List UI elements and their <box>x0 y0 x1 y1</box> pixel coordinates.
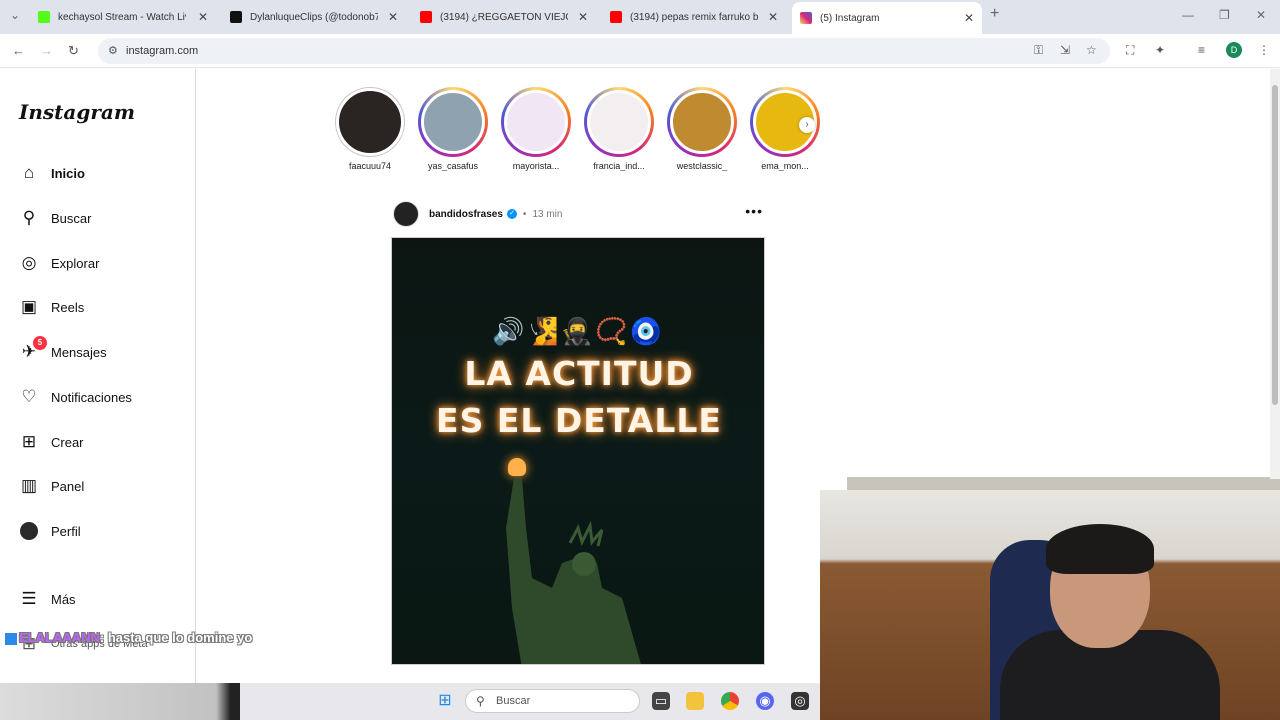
profile-avatar[interactable]: D <box>1226 42 1242 58</box>
streamer-hair <box>1046 524 1154 574</box>
sidebar-item-reels[interactable]: ▣ Reels <box>19 295 84 319</box>
media-control-icon[interactable]: ≡ <box>1198 43 1205 57</box>
chart-icon: ▥ <box>20 476 38 495</box>
webcam-overlay <box>820 490 1280 720</box>
sidebar-item-mas[interactable]: ☰ Más <box>19 587 75 611</box>
sidebar-item-notificaciones[interactable]: ♡ Notificaciones <box>19 385 132 409</box>
story-avatar <box>587 90 651 154</box>
post-emojis: 🔊🧏🥷📿🧿 <box>492 316 664 346</box>
post-username[interactable]: bandidosfrases <box>429 209 503 220</box>
kick-icon <box>38 11 50 23</box>
close-tab-icon[interactable]: ✕ <box>578 10 588 24</box>
close-tab-icon[interactable]: ✕ <box>964 11 974 25</box>
more-options-icon[interactable]: ••• <box>745 203 763 219</box>
story-item[interactable]: faacuuu74 <box>335 87 405 171</box>
plus-icon: ⊞ <box>21 432 37 451</box>
post-headline-line1: LA ACTITUD <box>464 354 694 393</box>
windows-start-icon[interactable]: ⊞ <box>436 692 454 710</box>
taskbar-search[interactable]: ⚲ Buscar <box>465 689 640 713</box>
tab-youtube-1[interactable]: (3194) ¿REGGAETON VIEJO O N ✕ <box>412 4 596 30</box>
browser-tab-bar: ⌄ kechaysol Stream - Watch Live ✕ Dylanl… <box>0 0 1280 34</box>
sidebar-item-explorar[interactable]: ◎ Explorar <box>19 251 100 275</box>
close-tab-icon[interactable]: ✕ <box>198 10 208 24</box>
url-field[interactable]: ⚙ instagram.com <box>98 38 1110 64</box>
chrome-icon[interactable] <box>721 692 739 710</box>
stories-next-icon[interactable]: › <box>799 117 815 133</box>
post-time: 13 min <box>532 208 563 220</box>
chat-username: ELALAAANN <box>19 630 100 645</box>
screenshot-icon[interactable]: ⛶ <box>1126 43 1134 58</box>
post-author-avatar[interactable] <box>393 201 419 227</box>
scrollbar-thumb[interactable] <box>1272 85 1278 405</box>
address-bar-row: ← → ↻ ⚙ instagram.com ⚿ ⇲ ☆ ⛶ ✦ ≡ D ⋮ <box>0 34 1280 68</box>
sidebar-item-panel[interactable]: ▥ Panel <box>19 474 84 498</box>
youtube-icon <box>610 11 622 23</box>
task-view-icon[interactable]: ▭ <box>652 692 670 710</box>
file-explorer-icon[interactable] <box>686 692 704 710</box>
statue-of-liberty-image <box>506 478 641 664</box>
install-app-icon[interactable]: ⇲ <box>1060 43 1070 57</box>
story-item[interactable]: mayorista... <box>501 87 571 171</box>
story-avatar <box>670 90 734 154</box>
story-item[interactable]: yas_casafus <box>418 87 488 171</box>
youtube-icon <box>420 11 432 23</box>
sidebar-item-buscar[interactable]: ⚲ Buscar <box>19 206 92 230</box>
instagram-icon <box>800 12 812 24</box>
search-icon: ⚲ <box>476 694 485 708</box>
sidebar-item-perfil[interactable]: Perfil <box>19 519 81 543</box>
tab-search-icon[interactable]: ⌄ <box>10 8 20 22</box>
close-tab-icon[interactable]: ✕ <box>388 10 398 24</box>
heart-icon: ♡ <box>21 387 37 406</box>
post-header: bandidosfrases ✓ • 13 min ••• <box>393 201 765 227</box>
stream-chat-message: ELALAAANN: hasta que lo domine yo <box>5 628 275 647</box>
instagram-logo[interactable]: Instagram <box>19 100 135 124</box>
home-icon: ⌂ <box>23 163 35 182</box>
compass-icon: ◎ <box>21 253 37 272</box>
minimize-icon[interactable]: — <box>1182 8 1194 22</box>
chat-text: : hasta que lo domine yo <box>99 630 253 645</box>
tab-kick[interactable]: kechaysol Stream - Watch Live ✕ <box>30 4 216 30</box>
post-media[interactable]: 🔊🧏🥷📿🧿 LA ACTITUD ES EL DETALLE <box>391 237 765 665</box>
search-icon: ⚲ <box>22 208 36 227</box>
close-window-icon[interactable]: ✕ <box>1256 8 1266 22</box>
restore-icon[interactable]: ❐ <box>1219 8 1230 22</box>
sidebar-item-mensajes[interactable]: ✈ 5 Mensajes <box>19 336 107 364</box>
taskbar-shadow <box>0 683 240 720</box>
close-tab-icon[interactable]: ✕ <box>768 10 778 24</box>
bookmark-star-icon[interactable]: ☆ <box>1086 43 1097 57</box>
back-icon[interactable]: ← <box>12 43 25 58</box>
reload-icon[interactable]: ↻ <box>68 43 79 59</box>
profile-icon <box>19 521 39 541</box>
webcam-frame-top <box>847 477 1280 491</box>
instagram-sidebar: Instagram ⌂ Inicio ⚲ Buscar ◎ Explorar ▣… <box>0 69 196 683</box>
tab-tiktok[interactable]: DylanluqueClips (@todonob74 ✕ <box>222 4 406 30</box>
unread-badge: 5 <box>33 336 47 350</box>
verified-badge-icon: ✓ <box>506 209 517 219</box>
story-item[interactable]: westclassic_ <box>667 87 737 171</box>
post-headline-line2: ES EL DETALLE <box>436 401 722 440</box>
story-item[interactable]: francia_ind... <box>584 87 654 171</box>
page-scrollbar[interactable] <box>1270 69 1280 479</box>
chat-badge-icon <box>5 632 17 645</box>
password-key-icon[interactable]: ⚿ <box>1034 43 1043 58</box>
hamburger-menu-icon: ☰ <box>21 589 37 608</box>
reels-icon: ▣ <box>20 297 38 316</box>
site-info-icon[interactable]: ⚙ <box>108 44 118 57</box>
tab-youtube-2[interactable]: (3194) pepas remix farruko bad ✕ <box>602 4 786 30</box>
messenger-icon: ✈ 5 <box>19 336 47 362</box>
sidebar-item-inicio[interactable]: ⌂ Inicio <box>19 161 85 185</box>
story-avatar <box>504 90 568 154</box>
story-avatar <box>336 88 404 156</box>
new-tab-icon[interactable]: + <box>990 5 999 23</box>
extensions-icon[interactable]: ✦ <box>1155 43 1165 57</box>
tab-instagram[interactable]: (5) Instagram ✕ <box>792 2 982 34</box>
discord-icon[interactable]: ◉ <box>756 692 774 710</box>
story-avatar <box>421 90 485 154</box>
forward-icon[interactable]: → <box>40 43 53 58</box>
tiktok-icon <box>230 11 242 23</box>
obs-icon[interactable]: ◎ <box>791 692 809 710</box>
menu-kebab-icon[interactable]: ⋮ <box>1258 43 1270 57</box>
sidebar-item-crear[interactable]: ⊞ Crear <box>19 430 84 454</box>
